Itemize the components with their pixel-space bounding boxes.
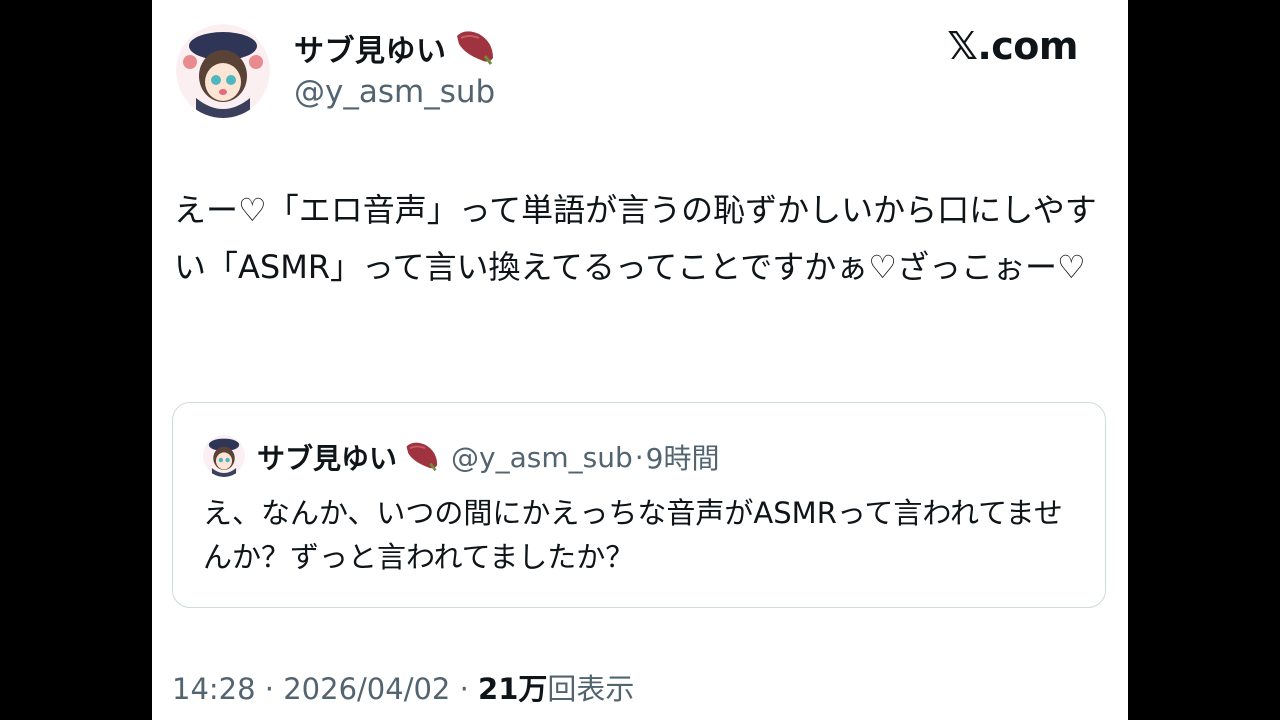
tweet-time[interactable]: 14:28 [172, 672, 256, 706]
anime-girl-avatar-icon [203, 435, 245, 477]
quoted-header: サブ見ゆい @y_asm_sub · 9時間 [257, 436, 719, 478]
quoted-separator: · [634, 440, 644, 474]
tweet-date[interactable]: 2026/04/02 [283, 672, 450, 706]
meta-separator: · [450, 672, 479, 706]
sweet-potato-icon [401, 438, 441, 476]
sweet-potato-icon [451, 26, 497, 70]
author-display-name[interactable]: サブ見ゆい [294, 26, 447, 70]
quoted-handle[interactable]: @y_asm_sub [451, 441, 633, 474]
quoted-tweet[interactable]: サブ見ゆい @y_asm_sub · 9時間 え、なんか、いつの間にかえっちな音… [172, 402, 1106, 608]
tweet-body-text: えー♡「エロ音声」って単語が言うの恥ずかしいから口にしやすい「ASMR」って言い… [174, 191, 1097, 286]
author-handle[interactable]: @y_asm_sub [294, 74, 495, 110]
view-count: 21万 [478, 672, 548, 706]
view-count-label: 回表示 [547, 672, 635, 706]
tweet-meta: 14:28 · 2026/04/02 · 21万回表示 [172, 666, 634, 708]
site-brand: 𝕏.com [947, 24, 1078, 68]
quoted-avatar[interactable] [203, 435, 245, 477]
tweet-card: サブ見ゆい @y_asm_sub 𝕏.com えー♡「エロ音声」って単語が言うの… [152, 0, 1128, 720]
anime-girl-avatar-icon [176, 24, 270, 118]
quoted-timestamp[interactable]: 9時間 [646, 437, 720, 477]
profile-avatar[interactable] [176, 24, 270, 118]
meta-separator: · [255, 672, 284, 706]
quoted-body-text: え、なんか、いつの間にかえっちな音声がASMRって言われてませんか？ずっと言われ… [203, 496, 1063, 574]
quoted-display-name[interactable]: サブ見ゆい [257, 437, 397, 477]
author-name-row[interactable]: サブ見ゆい [294, 26, 497, 70]
